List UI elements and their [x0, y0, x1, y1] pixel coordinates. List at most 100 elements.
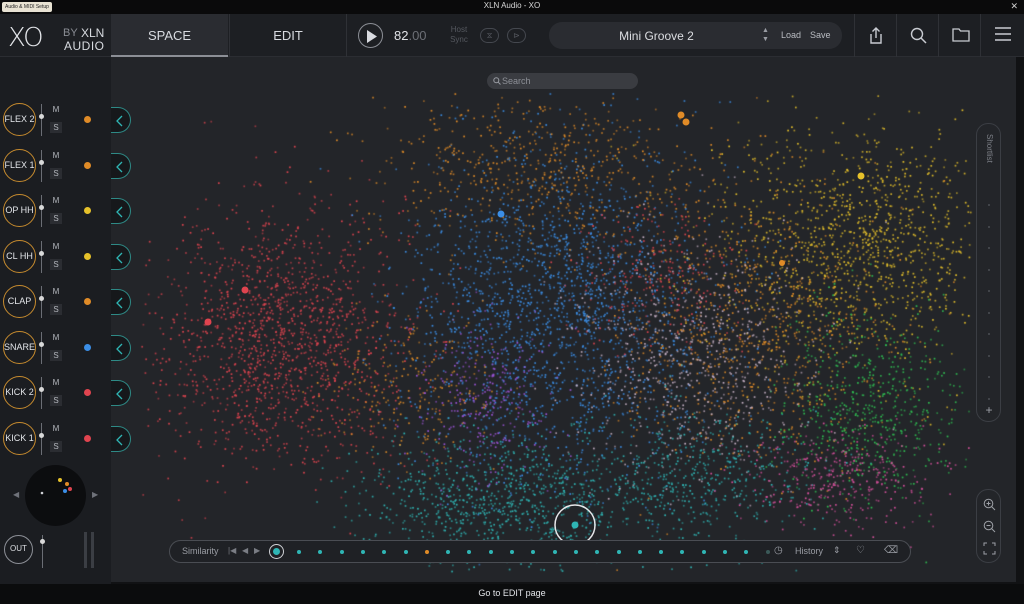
preset-up-icon[interactable]: ▲: [762, 26, 770, 35]
slot-volume-knob[interactable]: [39, 432, 44, 438]
solo-button[interactable]: S: [50, 304, 62, 315]
sample-space-view[interactable]: Shortlist + Similarity |◀ ◀ ▶ ◷ History …: [111, 57, 1016, 582]
mute-button[interactable]: M: [50, 105, 62, 114]
shortlist-slot[interactable]: [988, 311, 990, 314]
drum-slot-0[interactable]: FLEX 2 MS: [0, 100, 111, 140]
slot-volume-knob[interactable]: [39, 387, 44, 392]
mute-button[interactable]: M: [50, 333, 62, 342]
similar-sample-dot[interactable]: [744, 550, 749, 554]
search-button[interactable]: [896, 14, 938, 57]
similar-sample-dot[interactable]: [403, 550, 408, 554]
similar-sample-dot[interactable]: [339, 550, 344, 554]
menu-button[interactable]: [980, 14, 1022, 57]
first-icon[interactable]: |◀: [228, 546, 236, 555]
slot-button[interactable]: CL HH: [3, 239, 36, 273]
drum-slot-6[interactable]: KICK 2 MS: [0, 373, 111, 413]
clear-history-icon[interactable]: ⌫: [884, 545, 898, 556]
slot-button[interactable]: KICK 2: [3, 376, 36, 409]
mute-button[interactable]: M: [50, 424, 62, 433]
play-button[interactable]: [358, 23, 383, 48]
shortlist-slot[interactable]: [988, 247, 990, 249]
slot-volume-knob[interactable]: [39, 205, 44, 210]
drum-slot-1[interactable]: FLEX 1 MS: [0, 146, 111, 186]
next-icon[interactable]: ▶: [254, 546, 260, 555]
sync-tempo-icon[interactable]: ⧖: [480, 28, 499, 43]
slot-button[interactable]: CLAP: [3, 285, 36, 318]
output-fader-knob[interactable]: [40, 539, 45, 544]
drum-slot-2[interactable]: OP HH M S: [0, 191, 111, 231]
similar-sample-dot[interactable]: [510, 550, 514, 554]
similar-sample-dot[interactable]: [701, 550, 706, 554]
shortlist-slot[interactable]: [988, 376, 990, 378]
preset-arrows[interactable]: ▲ ▼: [762, 26, 770, 44]
similar-sample-dot[interactable]: [573, 550, 578, 554]
shortlist-slot[interactable]: [988, 397, 990, 400]
drum-slot-3[interactable]: CL HH M S: [0, 237, 111, 277]
mute-button[interactable]: M: [50, 378, 62, 387]
slot-button[interactable]: FLEX 2: [3, 103, 36, 136]
tab-edit[interactable]: EDIT: [229, 14, 347, 57]
mute-button[interactable]: M: [50, 242, 62, 251]
shortlist-slot[interactable]: [988, 333, 990, 335]
close-icon[interactable]: ✕: [1010, 1, 1018, 12]
fit-view-icon[interactable]: [983, 542, 996, 555]
save-button[interactable]: Save: [810, 30, 831, 40]
similar-sample-dot[interactable]: [424, 550, 429, 554]
search-input[interactable]: [502, 73, 632, 89]
shortlist-slot[interactable]: [988, 354, 990, 357]
solo-button[interactable]: S: [50, 122, 62, 133]
similar-sample-dot[interactable]: [360, 550, 365, 554]
mix-xy-pad[interactable]: [25, 465, 86, 526]
history-updown-icon[interactable]: ⇕: [833, 545, 841, 556]
slot-volume-knob[interactable]: [39, 296, 44, 301]
folder-button[interactable]: [938, 14, 980, 57]
similar-sample-dot[interactable]: [637, 550, 642, 554]
output-knob[interactable]: OUT: [4, 535, 33, 564]
current-sample-dot[interactable]: [269, 544, 284, 559]
similar-sample-dot[interactable]: [318, 550, 323, 554]
share-button[interactable]: [854, 14, 896, 57]
shortlist-slot[interactable]: [988, 225, 990, 228]
slot-button[interactable]: KICK 1: [3, 421, 36, 455]
mix-left-arrow-icon[interactable]: ◀: [13, 490, 19, 499]
mute-button[interactable]: M: [50, 287, 62, 296]
search-bar[interactable]: [487, 73, 638, 89]
slot-volume-knob[interactable]: [39, 114, 44, 119]
mute-button[interactable]: M: [50, 196, 62, 205]
similar-sample-dot[interactable]: [446, 550, 451, 554]
similar-sample-dot[interactable]: [616, 550, 621, 554]
similar-sample-dot[interactable]: [680, 550, 685, 554]
load-button[interactable]: Load: [781, 30, 801, 40]
similar-sample-dot[interactable]: [552, 550, 557, 554]
slot-volume-knob[interactable]: [39, 341, 44, 347]
solo-button[interactable]: S: [50, 349, 62, 361]
similar-sample-dot[interactable]: [723, 550, 727, 554]
drum-slot-5[interactable]: SNARE M S: [0, 328, 111, 368]
shortlist-slot[interactable]: [988, 268, 990, 271]
shortlist-slot[interactable]: [988, 290, 990, 292]
solo-button[interactable]: S: [50, 213, 62, 224]
similar-sample-dot[interactable]: [531, 550, 536, 554]
mute-button[interactable]: M: [50, 151, 62, 160]
similar-sample-dot[interactable]: [488, 550, 493, 554]
similar-sample-dot[interactable]: [595, 550, 600, 554]
shortlist-panel[interactable]: Shortlist +: [976, 123, 1001, 422]
tempo-display[interactable]: 82.00: [394, 28, 427, 43]
tab-space[interactable]: SPACE: [111, 14, 228, 57]
slot-button[interactable]: OP HH: [3, 194, 36, 227]
solo-button[interactable]: S: [50, 395, 62, 406]
similar-sample-dot[interactable]: [467, 550, 472, 554]
solo-button[interactable]: S: [50, 167, 62, 179]
mix-right-arrow-icon[interactable]: ▶: [92, 490, 98, 499]
slot-volume-knob[interactable]: [39, 159, 44, 165]
slot-button[interactable]: SNARE: [3, 330, 36, 364]
prev-icon[interactable]: ◀: [242, 546, 248, 555]
drum-slot-7[interactable]: KICK 1 MS: [0, 419, 111, 459]
shortlist-slot[interactable]: [988, 204, 990, 206]
similar-sample-dot[interactable]: [765, 550, 770, 554]
preset-selector[interactable]: Mini Groove 2 ▲ ▼ Load Save: [549, 22, 842, 49]
solo-button[interactable]: S: [50, 440, 62, 452]
similar-sample-dot[interactable]: [382, 550, 387, 554]
history-label[interactable]: History: [795, 546, 823, 556]
shortlist-add-icon[interactable]: +: [977, 403, 1001, 417]
